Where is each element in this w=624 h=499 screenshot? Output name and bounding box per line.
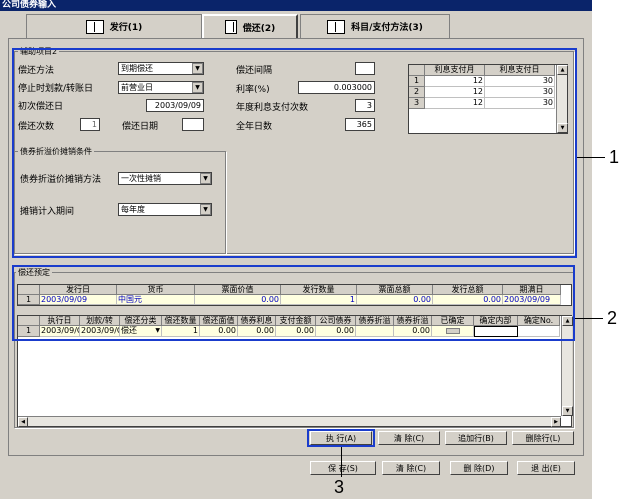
scroll-right-icon[interactable]: ▶ [551, 417, 561, 427]
card-icon [327, 19, 346, 34]
tab-account[interactable]: 科目/支付方法(3) [300, 14, 450, 38]
callout-label-3: 3 [334, 477, 345, 497]
ledger-icon [224, 20, 237, 34]
exit-button[interactable]: 退 出(E) [517, 461, 575, 475]
callout-box-3 [307, 429, 375, 447]
tab-account-label: 科目/支付方法(3) [351, 23, 423, 33]
delete-button[interactable]: 删 除(D) [450, 461, 508, 475]
tab-issue-label: 发行(1) [109, 23, 143, 33]
tab-repay[interactable]: 偿还(2) [202, 14, 298, 38]
scroll-down-icon[interactable]: ▼ [562, 406, 573, 416]
scroll-left-icon[interactable]: ◀ [18, 417, 28, 427]
tab-repay-label: 偿还(2) [242, 23, 276, 34]
book-icon [85, 19, 104, 34]
save-button[interactable]: 保 存(S) [310, 461, 376, 475]
callout-line-3 [341, 447, 342, 477]
delete-row-button[interactable]: 删除行(L) [512, 431, 574, 445]
callout-box-1 [12, 48, 577, 258]
tab-issue[interactable]: 发行(1) [26, 14, 202, 38]
window-title: 公司债券输入 [0, 0, 592, 11]
callout-box-2 [12, 265, 575, 341]
clear-row-button[interactable]: 清 除(C) [378, 431, 440, 445]
callout-label-2: 2 [607, 308, 618, 328]
callout-line-2 [575, 318, 603, 319]
add-row-button[interactable]: 追加行(B) [445, 431, 507, 445]
clear-button[interactable]: 清 除(C) [382, 461, 440, 475]
horizontal-scrollbar[interactable]: ◀ ▶ [18, 416, 561, 427]
callout-line-1 [577, 157, 605, 158]
callout-label-1: 1 [609, 147, 620, 167]
